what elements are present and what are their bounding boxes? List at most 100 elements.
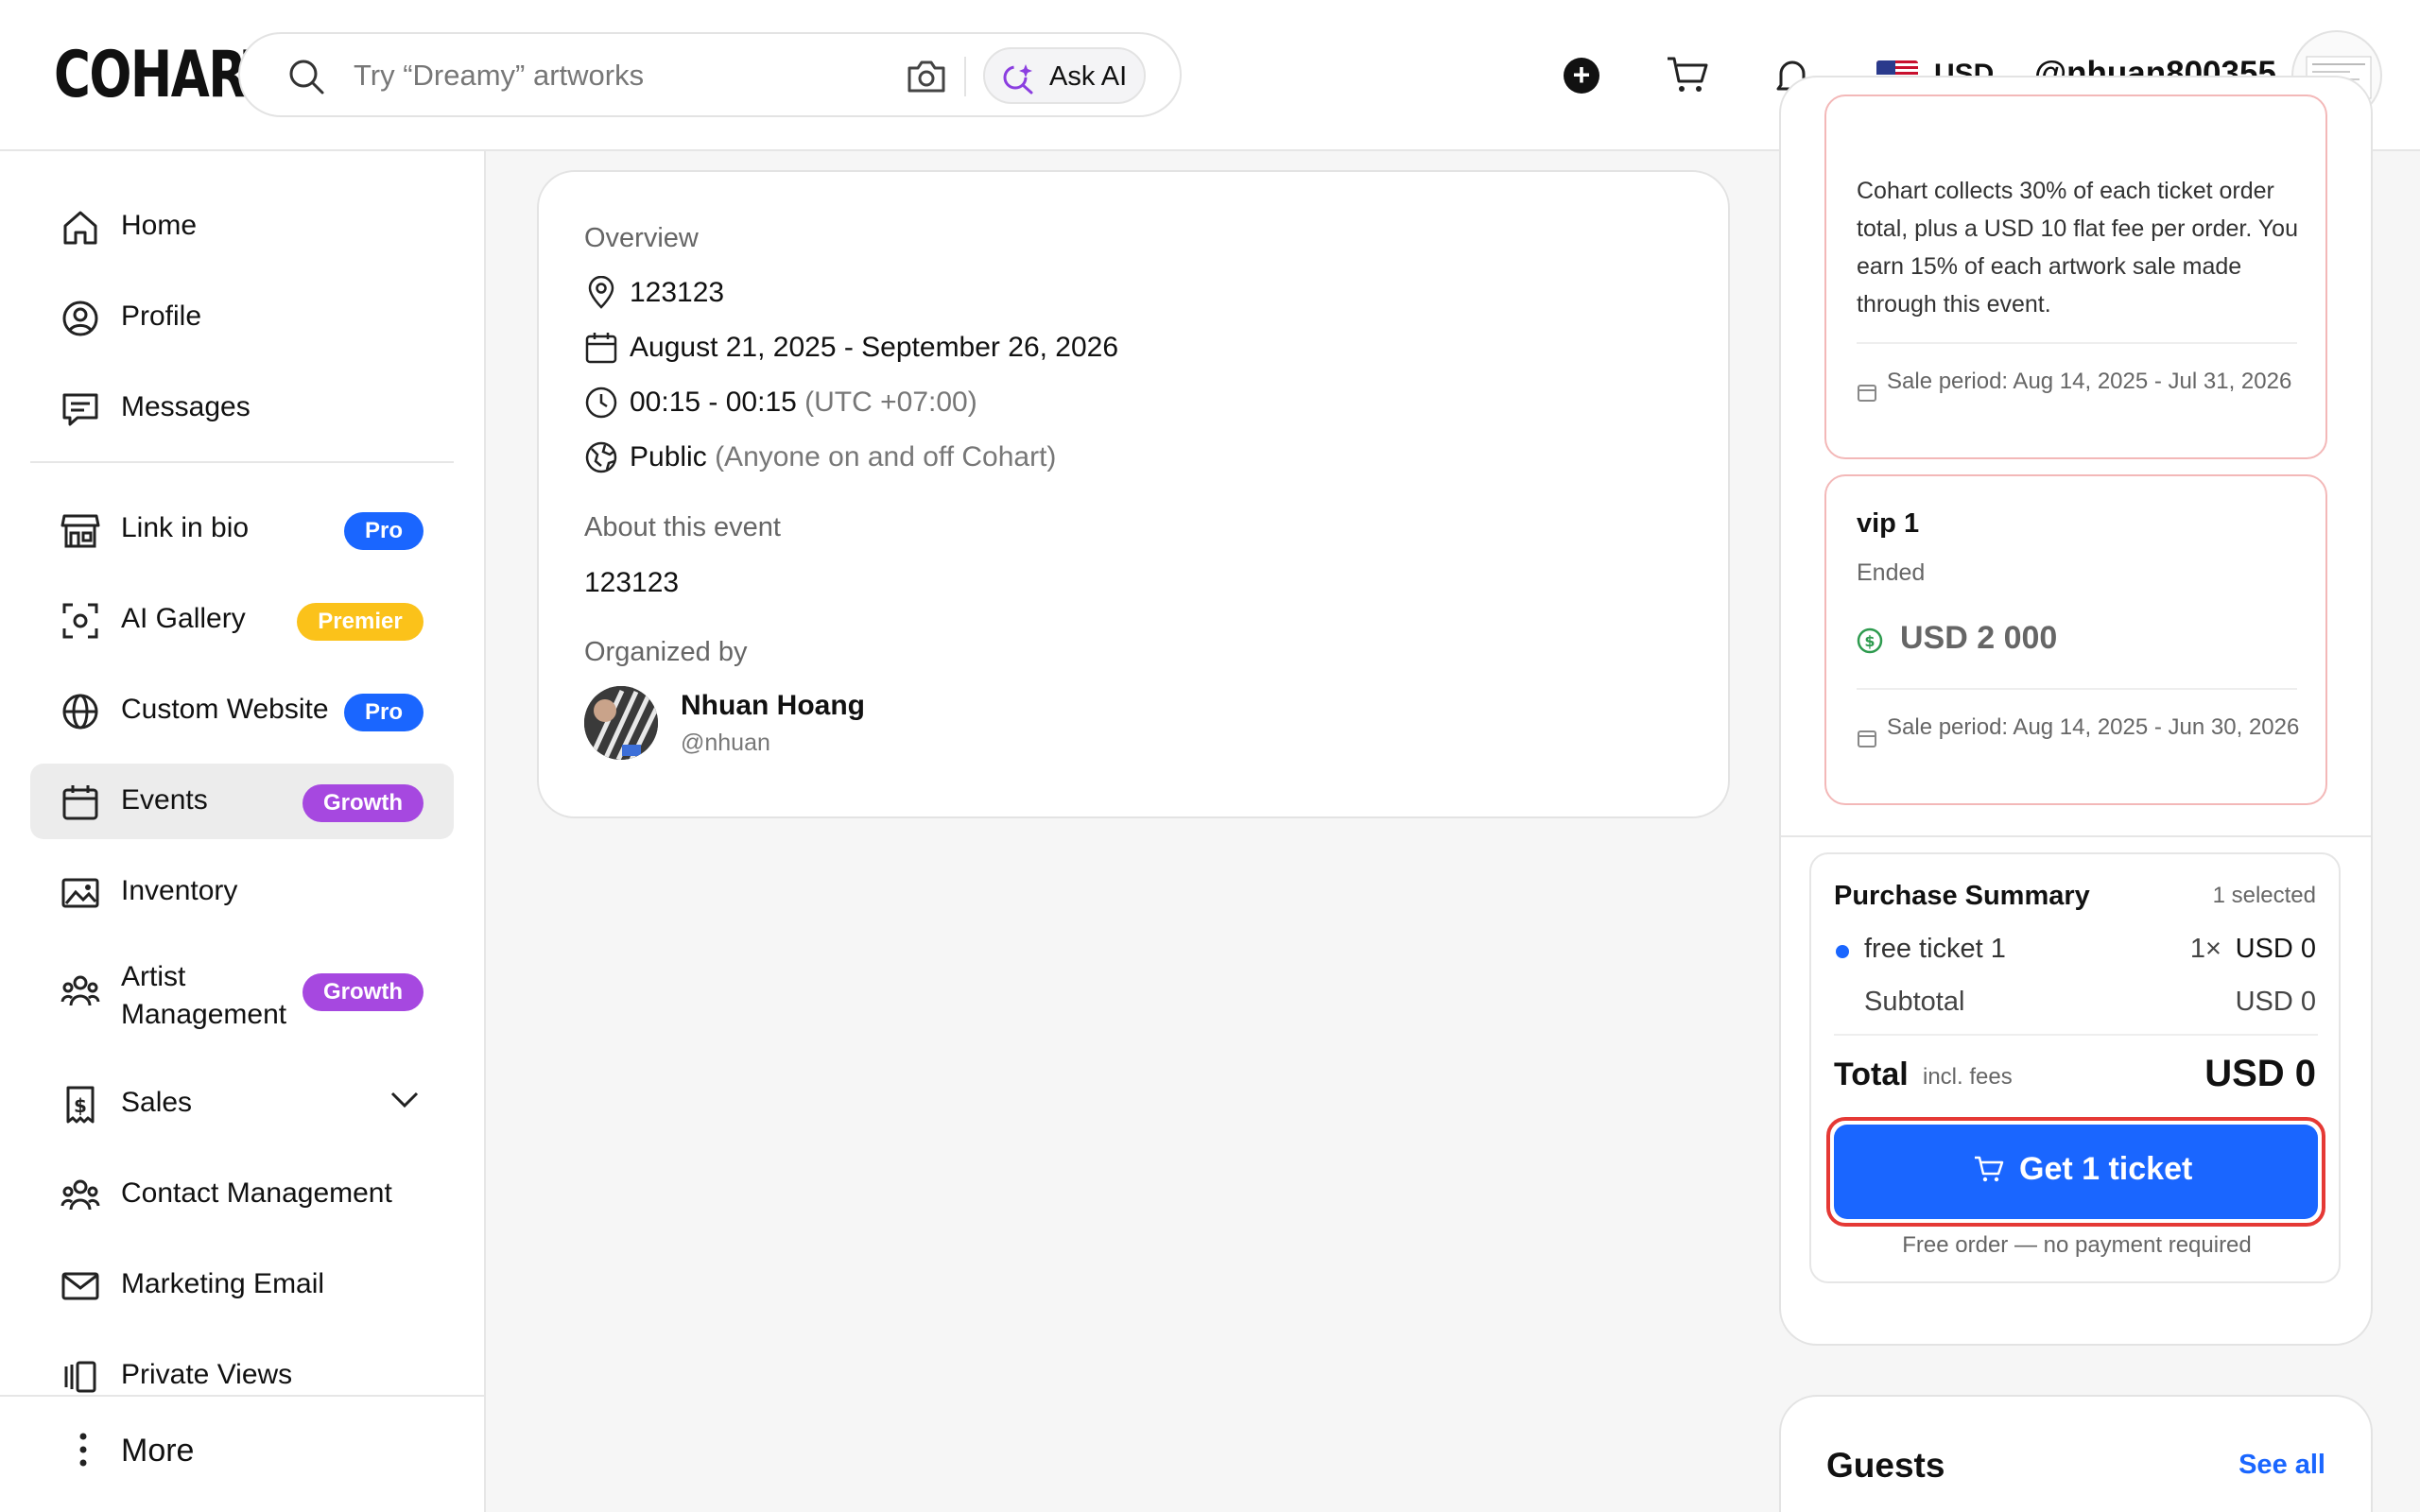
free-order-note: Free order — no payment required [1902,1232,2252,1258]
sidebar-item-label: AI Gallery [121,603,246,634]
svg-text:$: $ [1864,632,1875,650]
event-time: 00:15 - 00:15 [630,387,797,418]
panel-divider [1781,835,2371,837]
sidebar-divider [30,461,454,463]
globe-public-icon [585,441,617,473]
dollar-circle-icon: $ [1857,627,1883,654]
sidebar-item-label: Messages [121,391,251,422]
pro-badge: Pro [344,512,424,550]
organizer-handle: @nhuan [681,730,770,756]
event-timezone: (UTC +07:00) [804,387,977,418]
sidebar-item-profile[interactable]: Profile [30,280,454,355]
sidebar-item-label: Link in bio [121,512,250,543]
sidebar-item-ai-gallery[interactable]: AI Gallery Premier [30,582,454,658]
ask-ai-button[interactable]: Ask AI [983,47,1146,104]
search-icon [289,60,324,94]
sidebar-item-custom-website[interactable]: Custom Website Pro [30,673,454,748]
purchase-summary: Purchase Summary 1 selected free ticket … [1809,852,2341,1283]
get-ticket-button[interactable]: Get 1 ticket [1834,1125,2318,1219]
sidebar-more[interactable]: More [0,1395,484,1512]
people-icon [60,975,100,1006]
event-visibility-note: (Anyone on and off Cohart) [715,441,1057,472]
sidebar-item-label: Profile [121,301,202,332]
search-divider [964,57,966,96]
ticket-card-free[interactable]: Cohart collects 30% of each ticket order… [1824,94,2327,459]
sale-period: Sale period: Aug 14, 2025 - Jun 30, 2026 [1887,714,2300,740]
camera-icon[interactable] [906,59,947,94]
sidebar-item-label: Home [121,210,198,241]
guests-title: Guests [1826,1446,1945,1485]
fee-note: Cohart collects 30% of each ticket order… [1857,178,2298,318]
ticket-divider [1857,342,2297,344]
ticket-name: vip 1 [1857,508,1920,539]
create-plus-icon[interactable]: + [1564,58,1599,94]
user-circle-icon [62,301,98,336]
sidebar-item-messages[interactable]: Messages [30,370,454,446]
summary-divider [1834,1034,2318,1036]
sidebar-item-events[interactable]: Events Growth [30,764,454,839]
get-ticket-label: Get 1 ticket [2019,1151,2193,1187]
guests-card: Guests See all [1779,1395,2373,1512]
sidebar-item-contact-management[interactable]: Contact Management [30,1157,454,1232]
calendar-small-icon [1858,730,1876,747]
sidebar-item-artist-management[interactable]: Artist Management Growth [30,953,454,1030]
calendar-icon [585,333,617,364]
sidebar-item-marketing-email[interactable]: Marketing Email [30,1247,454,1323]
calendar-small-icon [1858,385,1876,402]
views-icon [64,1361,96,1393]
sidebar-item-label: Inventory [121,875,238,906]
sidebar-item-label: Marketing Email [121,1268,325,1299]
search-input[interactable]: Try “Dreamy” artworks [354,59,644,93]
summary-title: Purchase Summary [1834,881,2090,911]
ticket-price: USD 2 000 [1900,620,2058,656]
search-bar[interactable]: Try “Dreamy” artworks Ask AI [238,32,1182,117]
overview-title: Overview [584,223,699,253]
ticket-card-vip[interactable]: vip 1 Ended $ USD 2 000 Sale period: Aug… [1824,474,2327,805]
dollar-icon: $ [66,1086,95,1124]
organizer-name[interactable]: Nhuan Hoang [681,690,865,722]
ask-ai-label: Ask AI [1049,61,1128,92]
sidebar-item-sales[interactable]: $ Sales [30,1066,454,1142]
sale-period: Sale period: Aug 14, 2025 - Jul 31, 2026 [1887,369,2292,394]
sidebar-item-home[interactable]: Home [30,189,454,265]
total-amount: USD 0 [2204,1053,2316,1094]
organizer-photo-icon [584,686,658,760]
sidebar-item-label: Events [121,784,208,816]
location-pin-icon [588,276,614,309]
see-all-link[interactable]: See all [2238,1450,2325,1481]
chat-icon [62,393,98,426]
sidebar-item-link-in-bio[interactable]: Link in bio Pro [30,491,454,567]
chevron-down-icon[interactable] [389,1091,420,1109]
incl-fees-label: incl. fees [1923,1064,2013,1090]
summary-item-amount: USD 0 [2235,934,2316,964]
sidebar-item-label: Contact Management [121,1177,392,1209]
globe-icon [62,694,98,730]
event-location: 123123 [630,277,725,308]
more-vertical-icon [79,1433,87,1467]
image-icon [61,878,99,908]
sidebar-item-label: Private Views [121,1359,293,1390]
ticket-status: Ended [1857,559,1926,586]
organizer-avatar[interactable] [584,686,658,760]
people-icon [60,1179,100,1211]
ticket-divider [1857,688,2297,690]
growth-badge: Growth [302,784,424,822]
sidebar-item-label: Sales [121,1087,193,1118]
cart-icon [1975,1156,2004,1182]
sidebar-item-label: Custom Website [121,694,329,725]
summary-item-name: free ticket 1 [1864,934,2006,964]
event-overview-card: Overview 123123 August 21, 2025 - Septem… [537,170,1730,818]
selected-dot [1836,945,1849,958]
sidebar-item-inventory[interactable]: Inventory [30,854,454,930]
selected-count: 1 selected [2212,883,2316,908]
event-dates: August 21, 2025 - September 26, 2026 [630,332,1119,363]
about-text: 123123 [584,567,680,598]
event-visibility-line: Public (Anyone on and off Cohart) [630,441,1056,473]
subtotal-label: Subtotal [1864,987,1965,1017]
about-title: About this event [584,512,781,542]
cart-icon[interactable] [1666,55,1709,94]
subtotal-amount: USD 0 [2235,987,2316,1017]
mail-icon [61,1272,99,1300]
more-label: More [121,1433,195,1469]
calendar-icon [62,785,98,820]
